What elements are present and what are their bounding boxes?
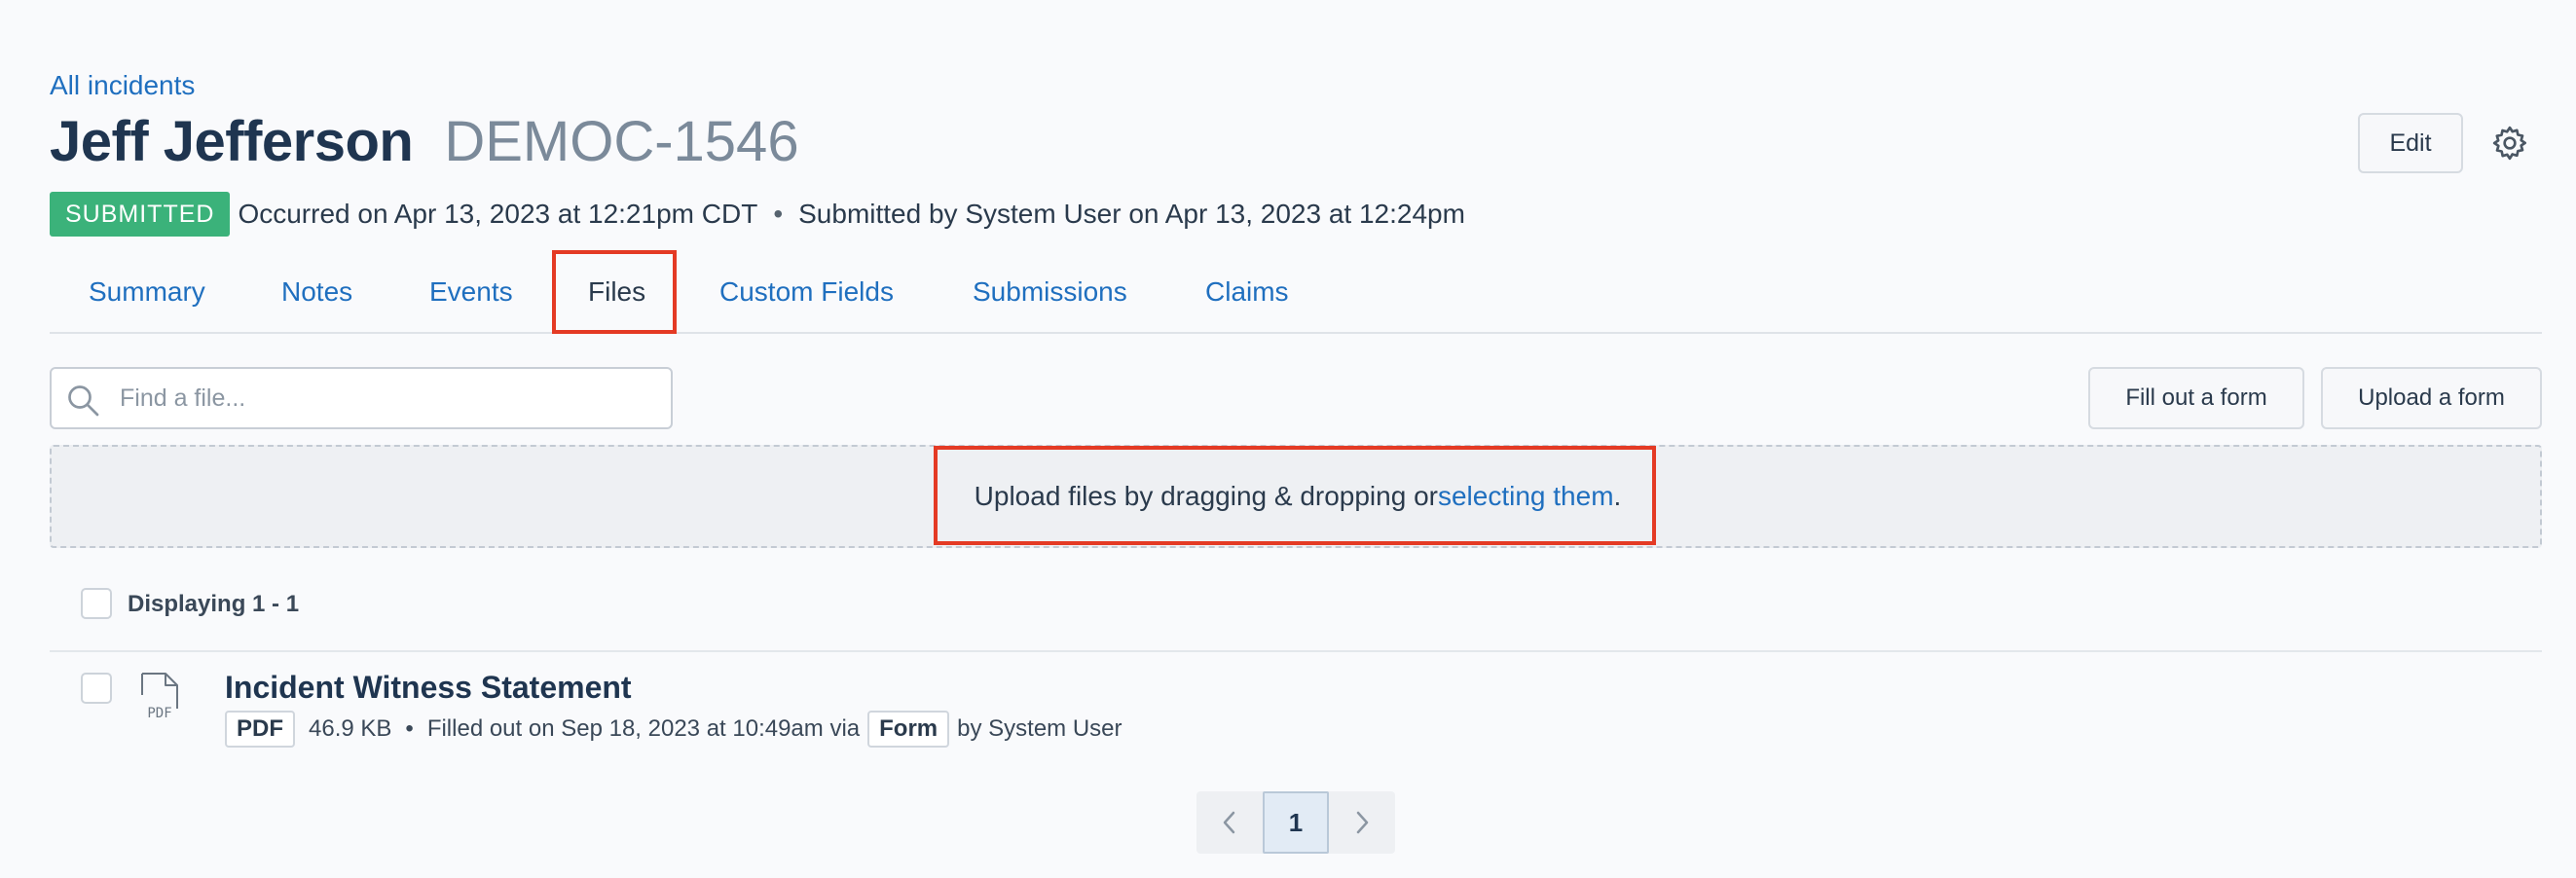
- file-dropzone[interactable]: Upload files by dragging & dropping or s…: [50, 445, 2542, 548]
- tab-custom-fields[interactable]: Custom Fields: [719, 250, 894, 334]
- edit-button[interactable]: Edit: [2358, 113, 2463, 173]
- file-source-badge: Form: [867, 711, 950, 748]
- next-page-button[interactable]: [1329, 791, 1395, 854]
- dropzone-message: Upload files by dragging & dropping or s…: [52, 447, 2544, 546]
- file-size: 46.9 KB: [309, 715, 392, 742]
- tab-files[interactable]: Files: [588, 250, 645, 334]
- search-input[interactable]: [120, 369, 665, 427]
- gear-icon[interactable]: [2490, 124, 2529, 163]
- status-badge: SUBMITTED: [50, 192, 231, 237]
- svg-text:PDF: PDF: [147, 706, 171, 721]
- file-author: by System User: [957, 715, 1122, 742]
- list-divider: [50, 650, 2542, 652]
- file-meta: PDF 46.9 KB • Filled out on Sep 18, 2023…: [225, 710, 1122, 749]
- file-filled-text: Filled out on Sep 18, 2023 at 10:49am vi…: [426, 715, 861, 742]
- all-incidents-link[interactable]: All incidents: [50, 66, 195, 105]
- tab-events[interactable]: Events: [429, 250, 513, 334]
- page-title: Jeff Jefferson DEMOC-1546: [50, 109, 799, 183]
- tab-summary[interactable]: Summary: [89, 250, 205, 334]
- tab-submissions[interactable]: Submissions: [973, 250, 1127, 334]
- select-files-link[interactable]: selecting them: [1438, 481, 1614, 512]
- pdf-file-icon: PDF: [141, 673, 178, 721]
- chevron-left-icon: [1223, 811, 1235, 834]
- incident-code: DEMOC-1546: [444, 110, 799, 173]
- select-all-checkbox[interactable]: [81, 588, 112, 619]
- search-icon: [68, 385, 99, 417]
- tab-notes[interactable]: Notes: [281, 250, 352, 334]
- incident-files-page: All incidents Jeff Jefferson DEMOC-1546 …: [0, 0, 2576, 878]
- person-name: Jeff Jefferson: [50, 110, 414, 173]
- pagination: 1: [1196, 791, 1395, 854]
- dropzone-text-end: .: [1613, 481, 1622, 511]
- incident-tabs: Summary Notes Events Files Custom Fields…: [50, 250, 2542, 334]
- chevron-right-icon: [1356, 811, 1369, 834]
- file-search: [50, 367, 673, 429]
- occurred-text: Occurred on Apr 13, 2023 at 12:21pm CDT: [238, 199, 758, 229]
- tab-claims[interactable]: Claims: [1205, 250, 1289, 334]
- file-row-checkbox[interactable]: [81, 673, 112, 704]
- incident-meta: SUBMITTED Occurred on Apr 13, 2023 at 12…: [50, 192, 1465, 237]
- meta-separator: •: [773, 199, 784, 229]
- file-title[interactable]: Incident Witness Statement: [225, 668, 632, 707]
- file-meta-separator: •: [405, 715, 414, 742]
- fill-out-form-button[interactable]: Fill out a form: [2088, 367, 2304, 429]
- upload-form-button[interactable]: Upload a form: [2321, 367, 2542, 429]
- page-number[interactable]: 1: [1263, 791, 1329, 854]
- dropzone-text: Upload files by dragging & dropping or: [974, 481, 1438, 511]
- file-type-badge: PDF: [225, 711, 295, 748]
- displaying-count: Displaying 1 - 1: [128, 591, 300, 617]
- submitted-text: Submitted by System User on Apr 13, 2023…: [798, 199, 1465, 229]
- previous-page-button[interactable]: [1196, 791, 1263, 854]
